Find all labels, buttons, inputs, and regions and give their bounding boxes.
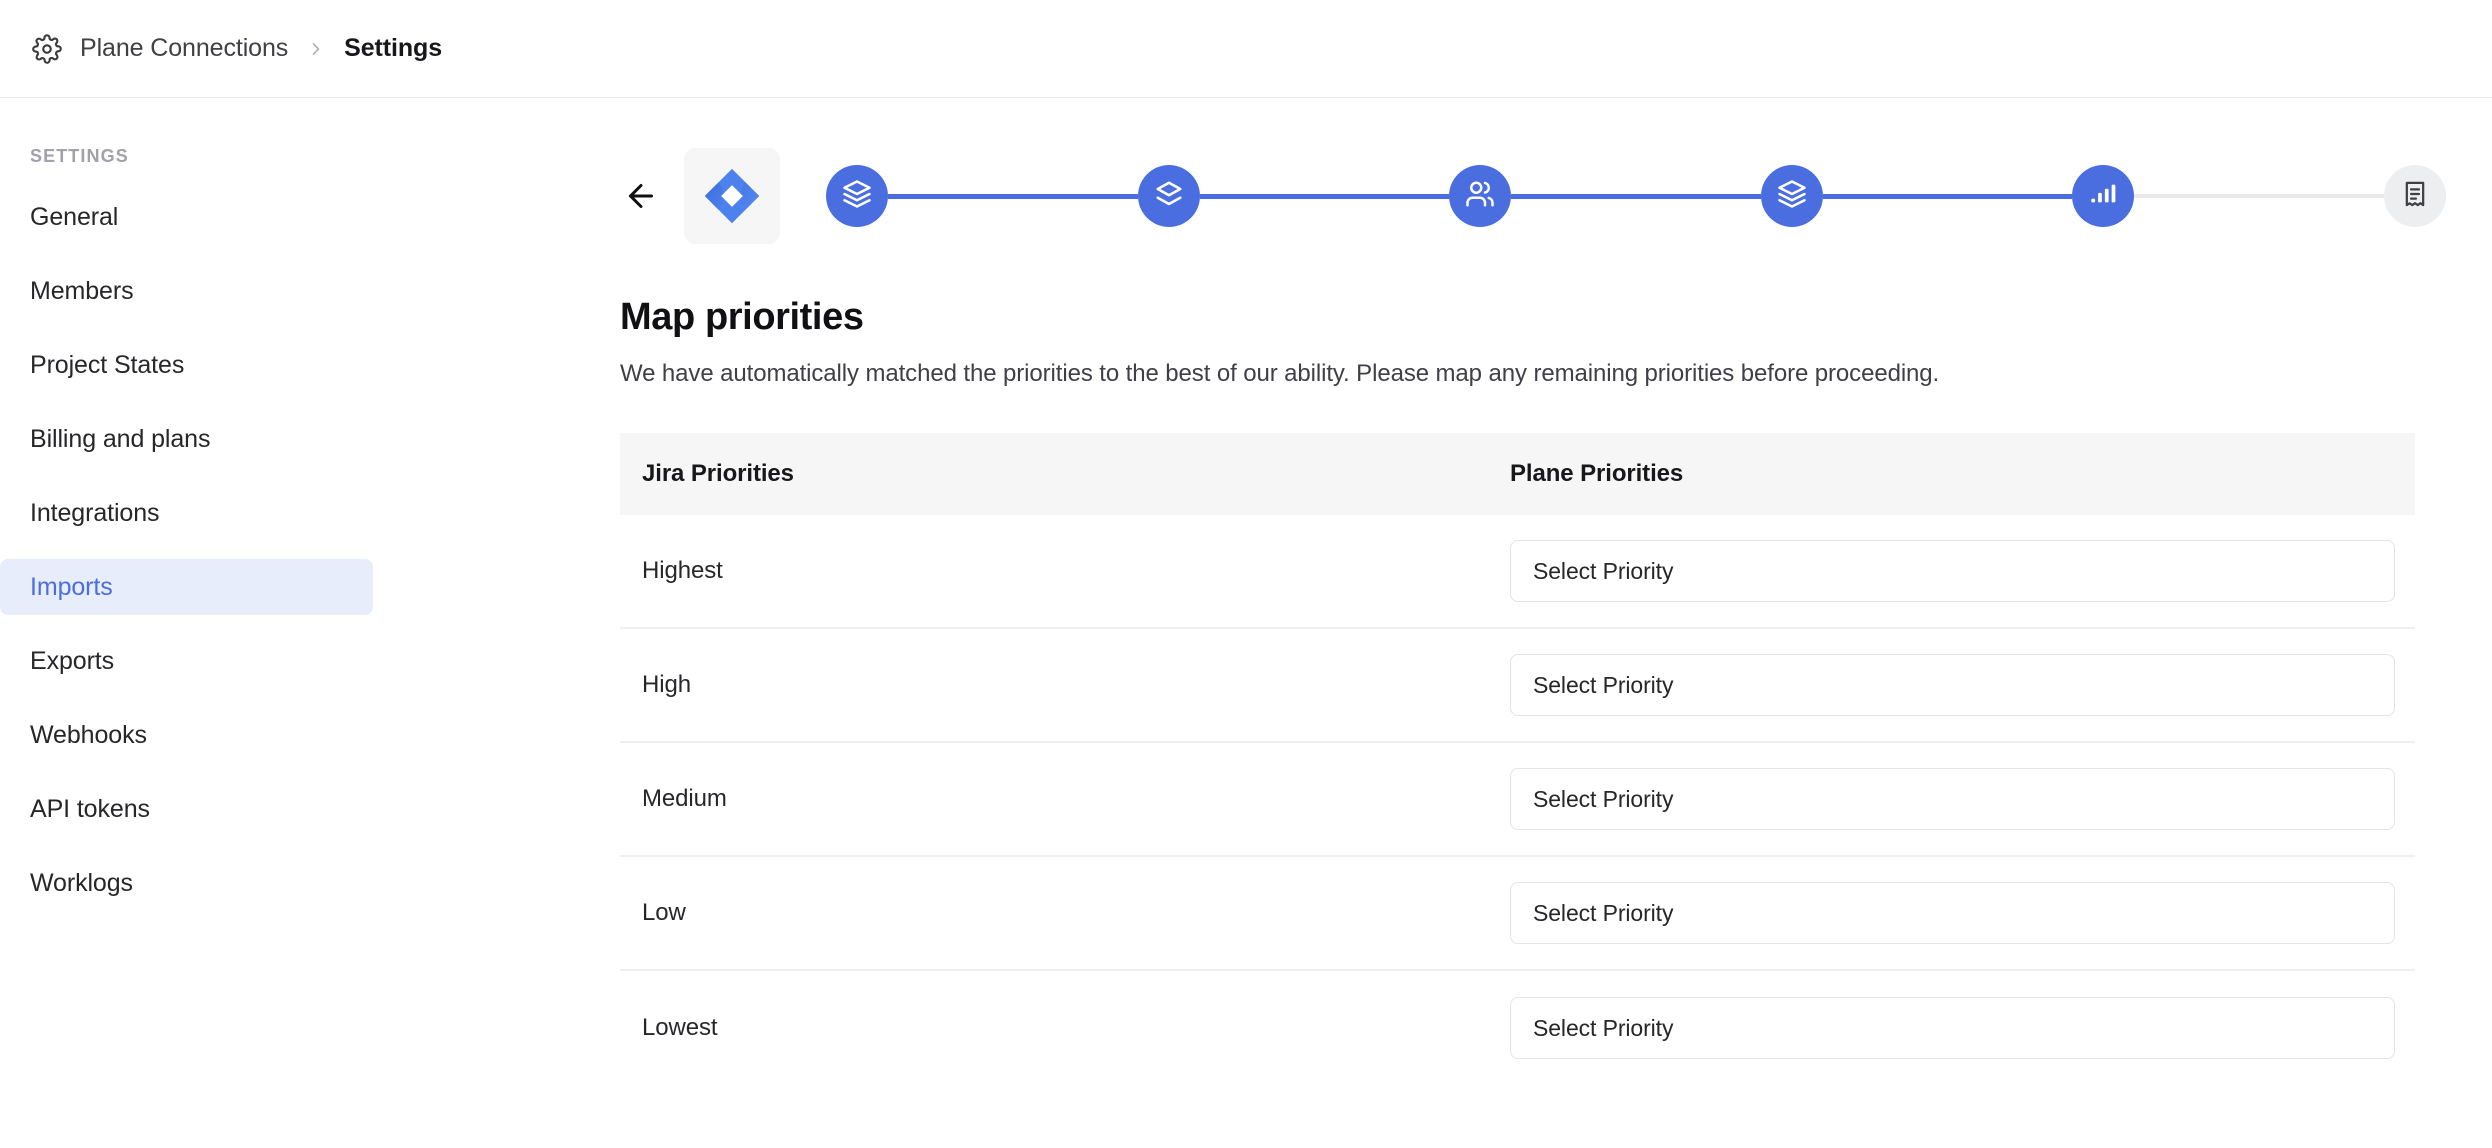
top-breadcrumb-bar: Plane Connections Settings (0, 0, 2492, 98)
jira-priority-label: Lowest (642, 1014, 718, 1041)
sidebar-item-label: Members (30, 276, 134, 305)
sidebar-item-label: Webhooks (30, 720, 147, 749)
sidebar-item-label: Exports (30, 646, 115, 675)
sidebar-item-label: Integrations (30, 498, 160, 527)
page-title: Map priorities (620, 296, 864, 338)
breadcrumb-root[interactable]: Plane Connections (80, 34, 288, 63)
bar-chart-icon (2089, 180, 2117, 213)
sidebar-item-worklogs[interactable]: Worklogs (0, 855, 373, 911)
jira-priority-label: Medium (642, 785, 727, 812)
plane-priority-select[interactable]: Select Priority (1510, 768, 2395, 830)
layers-three-icon (842, 179, 872, 214)
sidebar-item-label: Billing and plans (30, 424, 211, 453)
jira-logo-icon (684, 148, 780, 244)
page-description: We have automatically matched the priori… (620, 360, 1940, 387)
plane-priority-select[interactable]: Select Priority (1510, 882, 2395, 944)
sidebar-item-billing-and-plans[interactable]: Billing and plans (0, 411, 373, 467)
sidebar-item-members[interactable]: Members (0, 263, 373, 319)
table-row: High Select Priority (620, 629, 2415, 743)
layers-three-icon (1777, 179, 1807, 214)
step-node-users-3[interactable] (1449, 165, 1512, 227)
sidebar-item-integrations[interactable]: Integrations (0, 485, 373, 541)
chevron-right-icon (306, 39, 326, 59)
import-wizard-main: Map priorities We have automatically mat… (620, 98, 2492, 1147)
stepper-track (826, 165, 2446, 227)
sidebar-item-webhooks[interactable]: Webhooks (0, 707, 373, 763)
jira-priority-label: High (642, 671, 691, 698)
breadcrumb: Plane Connections Settings (30, 32, 442, 66)
stepper-connector-1 (888, 193, 1138, 199)
sidebar-item-label: Imports (30, 572, 113, 601)
stepper-connector-2 (1199, 193, 1450, 199)
arrow-left-icon[interactable] (620, 175, 662, 217)
layers-two-icon (1154, 179, 1184, 214)
stepper-connector-5 (2134, 194, 2384, 198)
priority-mapping-table: Jira Priorities Plane Priorities Highest… (620, 433, 2415, 1085)
gear-icon[interactable] (30, 32, 64, 66)
table-row: Lowest Select Priority (620, 971, 2415, 1085)
jira-priority-label: Highest (642, 557, 723, 584)
step-node-layers-three-4[interactable] (1760, 165, 1823, 227)
sidebar-item-label: Worklogs (30, 868, 133, 897)
stepper-connector-3 (1511, 193, 1761, 199)
breadcrumb-current: Settings (344, 34, 442, 62)
step-node-layers-three-1[interactable] (826, 165, 888, 227)
sidebar-item-project-states[interactable]: Project States (0, 337, 373, 393)
sidebar-item-imports[interactable]: Imports (0, 559, 373, 615)
column-header-jira-priorities: Jira Priorities (642, 460, 794, 487)
sidebar-item-label: Project States (30, 350, 185, 379)
table-header-row: Jira Priorities Plane Priorities (620, 433, 2415, 515)
column-header-plane-priorities: Plane Priorities (1510, 460, 1684, 487)
sidebar-heading: SETTINGS (30, 146, 129, 166)
jira-priority-label: Low (642, 899, 686, 926)
sidebar-item-exports[interactable]: Exports (0, 633, 373, 689)
sidebar-item-general[interactable]: General (0, 189, 373, 245)
table-row: Medium Select Priority (620, 743, 2415, 857)
settings-sidebar: SETTINGS General Members Project States … (0, 98, 620, 1147)
plane-priority-select[interactable]: Select Priority (1510, 540, 2395, 602)
plane-priority-select[interactable]: Select Priority (1510, 997, 2395, 1059)
plane-priority-select[interactable]: Select Priority (1510, 654, 2395, 716)
sidebar-item-api-tokens[interactable]: API tokens (0, 781, 373, 837)
step-node-bar-chart-5[interactable] (2072, 165, 2135, 227)
sidebar-item-label: General (30, 202, 119, 231)
receipt-icon (2401, 180, 2429, 213)
step-node-layers-two-2[interactable] (1137, 165, 1200, 227)
step-node-receipt-6[interactable] (2383, 165, 2446, 227)
stepper-connector-4 (1822, 193, 2073, 199)
table-row: Highest Select Priority (620, 515, 2415, 629)
table-row: Low Select Priority (620, 857, 2415, 971)
users-icon (1465, 179, 1495, 214)
import-stepper (620, 148, 2446, 244)
sidebar-item-label: API tokens (30, 794, 150, 823)
